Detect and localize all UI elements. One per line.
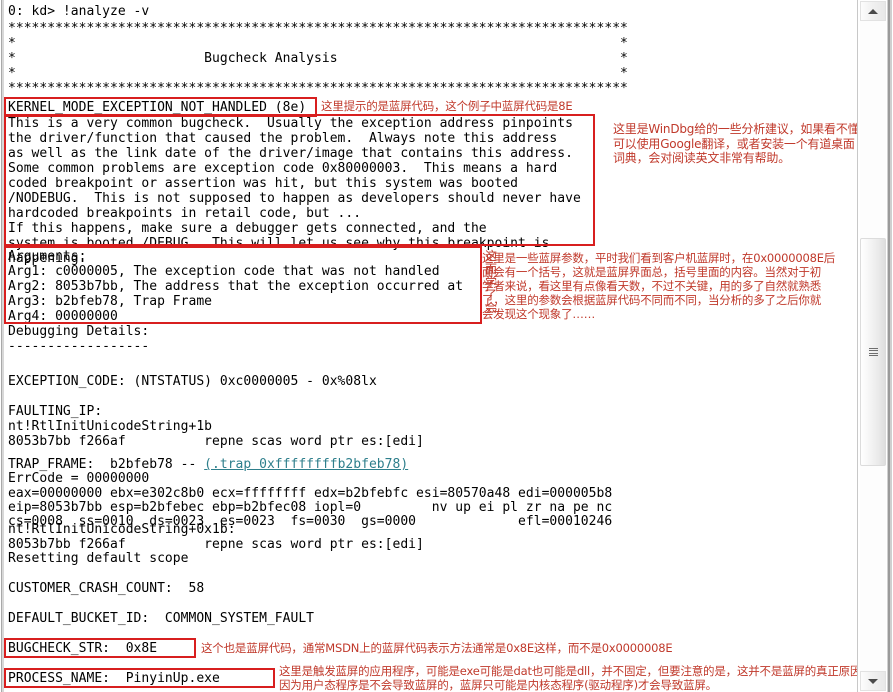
chevron-down-icon — [868, 678, 878, 684]
grip-icon — [868, 347, 878, 357]
banner-blank-line-2: * * — [8, 66, 628, 81]
chevron-up-icon — [868, 8, 878, 14]
description-line-7: hardcoded breakpoints in retail code, bu… — [8, 206, 362, 221]
banner-top-rule: ****************************************… — [8, 21, 628, 36]
console-output-area[interactable]: 0: kd> !analyze -v *********************… — [4, 0, 857, 692]
argument-line-2: Arg2: 8053b7bb, The address that the exc… — [8, 279, 464, 294]
description-line-9: system is booted /DEBUG. This will let u… — [8, 236, 550, 251]
banner-bottom-rule: ****************************************… — [8, 81, 628, 96]
debugging-details-header: Debugging Details: — [8, 324, 150, 339]
description-line-4: Some common problems are exception code … — [8, 161, 558, 176]
register-line-2: eip=8053b7bb esp=b2bfebec ebp=b2bfec08 i… — [8, 500, 613, 515]
description-line-1: This is a very common bugcheck. Usually … — [8, 116, 573, 131]
trap-frame-line: TRAP_FRAME: b2bfeb78 -- (.trap 0xfffffff… — [8, 457, 408, 472]
errcode-line: ErrCode = 00000000 — [8, 471, 150, 486]
argument-line-3: Arg3: b2bfeb78, Trap Frame — [8, 294, 213, 309]
description-line-3: as well as the link date of the driver/i… — [8, 146, 573, 161]
description-line-6: /NODEBUG. This is not supposed to happen… — [8, 191, 581, 206]
banner-blank-line-1: * * — [8, 36, 628, 51]
trap-disasm-line: 8053b7bb f266af repne scas word ptr es:[… — [8, 537, 424, 552]
customer-crash-count-line: CUSTOMER_CRASH_COUNT: 58 — [8, 581, 205, 596]
resetting-scope-line: Resetting default scope — [8, 551, 189, 566]
bugcheck-str-line: BUGCHECK_STR: 0x8E — [8, 641, 158, 656]
description-line-2: the driver/function that caused the prob… — [8, 131, 558, 146]
process-name-line: PROCESS_NAME: PinyinUp.exe — [8, 671, 220, 686]
scroll-up-button[interactable] — [860, 1, 886, 21]
annotation-bugcheck-code: 这里提示的是蓝屏代码，这个例子中蓝屏代码是8E — [321, 99, 573, 113]
arguments-header: Arguments: — [8, 249, 87, 264]
description-line-5: coded breakpoint or assertion was hit, b… — [8, 176, 519, 191]
trap-command-link[interactable]: (.trap 0xffffffffb2bfeb78) — [204, 457, 408, 472]
register-line-1: eax=00000000 ebx=e302c8b0 ecx=ffffffff e… — [8, 486, 613, 501]
debugging-details-rule: ------------------ — [8, 339, 150, 354]
exception-code-line: EXCEPTION_CODE: (NTSTATUS) 0xc0000005 - … — [8, 374, 377, 389]
scrollbar-thumb[interactable] — [860, 238, 886, 466]
default-bucket-id-line: DEFAULT_BUCKET_ID: COMMON_SYSTEM_FAULT — [8, 611, 315, 626]
faulting-ip-disasm: 8053b7bb f266af repne scas word ptr es:[… — [8, 434, 424, 449]
windbg-output-window: 0: kd> !analyze -v *********************… — [0, 0, 893, 692]
banner-title-line: * Bugcheck Analysis * — [8, 51, 628, 66]
trap-frame-label: TRAP_FRAME: b2bfeb78 -- — [8, 457, 205, 472]
annotation-arguments: 这里是一些蓝屏参数，平时我们看到客户机蓝屏时，在0x0000008E后 面会有一… — [482, 251, 836, 321]
scroll-down-button[interactable] — [860, 671, 886, 691]
trap-symbol-line: nt!RtlInitUnicodeString+0x1b: — [8, 522, 236, 537]
window-frame-right — [887, 0, 893, 692]
vertical-scrollbar[interactable] — [857, 0, 887, 692]
faulting-ip-symbol: nt!RtlInitUnicodeString+1b — [8, 419, 213, 434]
command-prompt-line: 0: kd> !analyze -v — [8, 4, 150, 19]
argument-line-4: Arg4: 00000000 — [8, 309, 118, 324]
annotation-process-name: 这里是触发蓝屏的应用程序，可能是exe可能是dat也可能是dll，并不固定，但要… — [279, 664, 857, 692]
description-line-8: If this happens, make sure a debugger ge… — [8, 221, 487, 236]
argument-line-1: Arg1: c0000005, The exception code that … — [8, 264, 440, 279]
faulting-ip-header: FAULTING_IP: — [8, 404, 103, 419]
annotation-bugcheck-str: 这个也是蓝屏代码，通常MSDN上的蓝屏代码表示方法通常是0x8E这样，而不是0x… — [201, 641, 673, 655]
annotation-analysis-advice: 这里是WinDbg给的一些分析建议，如果看不懂 可以使用Google翻译，或者安… — [613, 122, 857, 165]
bugcheck-title: KERNEL_MODE_EXCEPTION_NOT_HANDLED (8e) — [8, 100, 307, 115]
